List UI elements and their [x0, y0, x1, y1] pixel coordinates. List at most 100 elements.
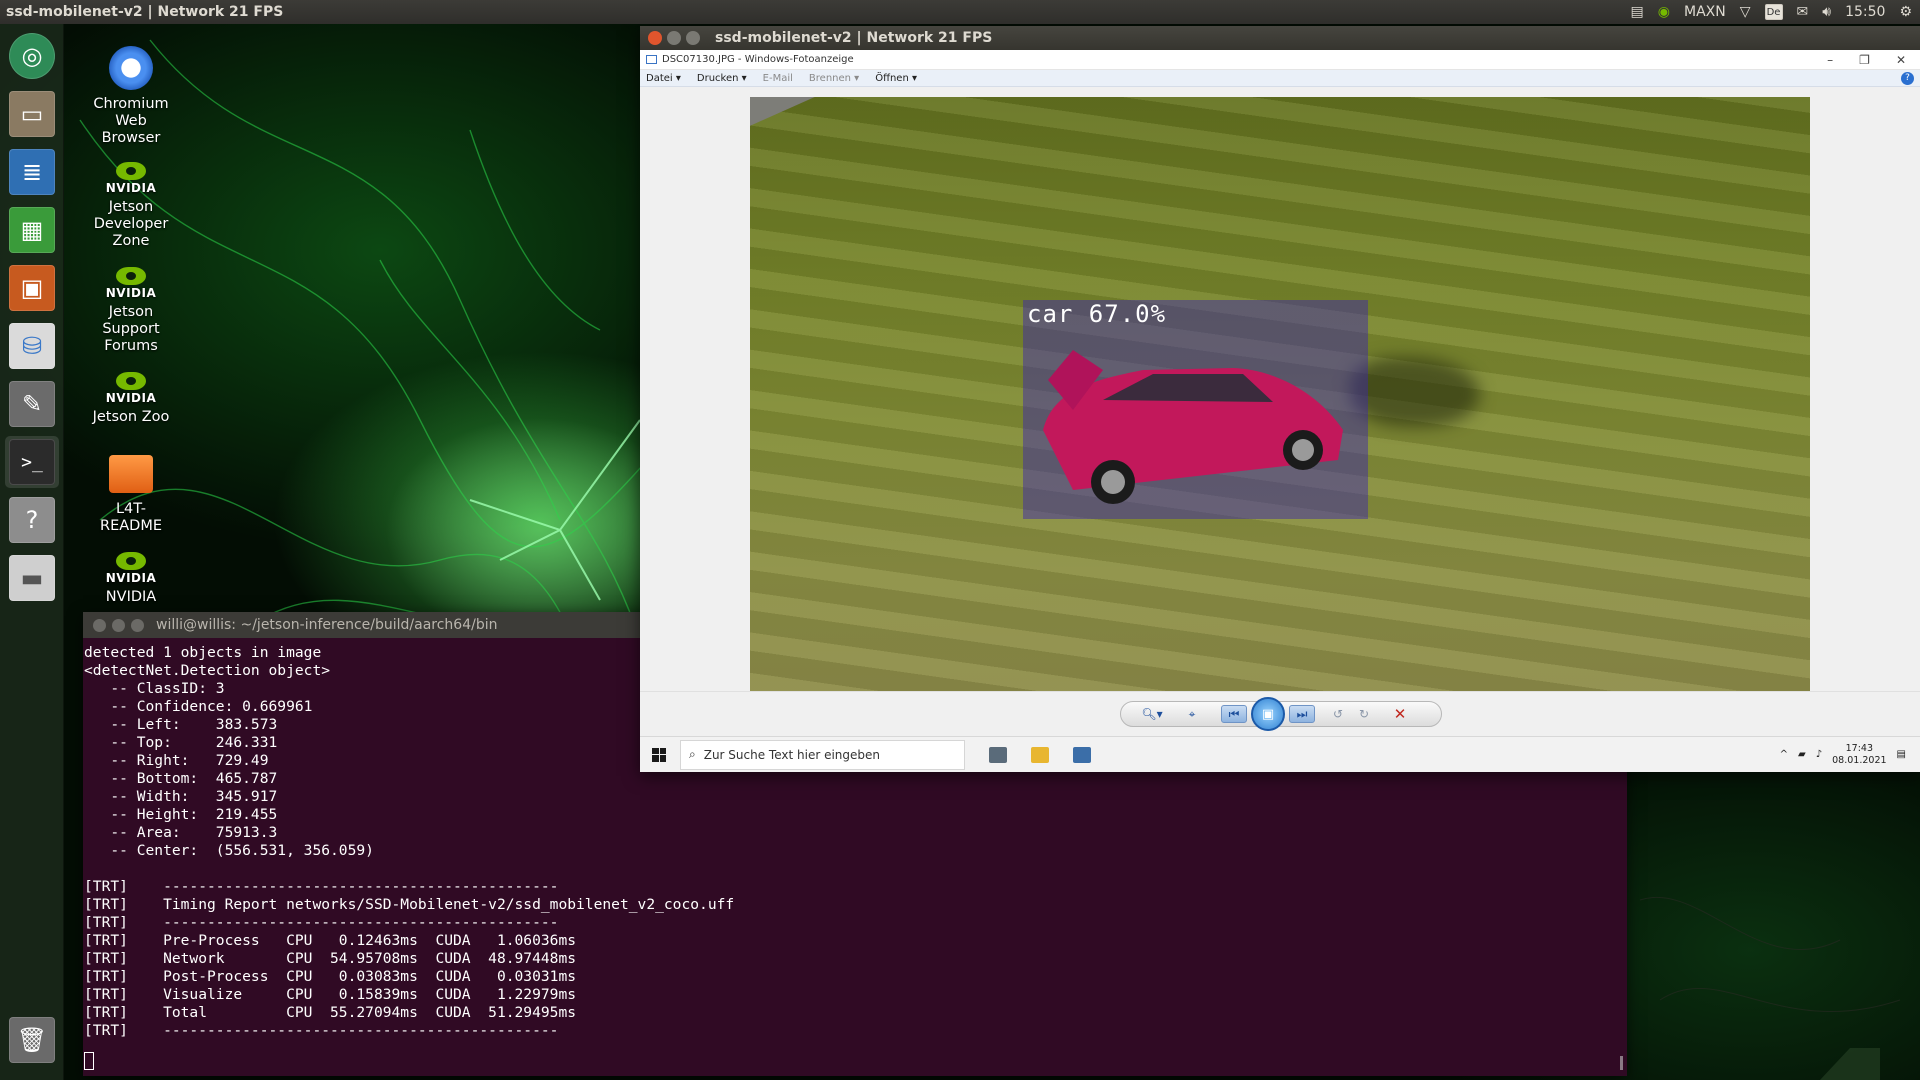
windows-taskbar: ⌕ Zur Suche Text hier eingeben ^ ▰ ♪ 17:… — [640, 736, 1920, 772]
clipboard-icon[interactable]: ▤ — [1631, 4, 1644, 20]
rotate-right-icon: ↻ — [1358, 707, 1370, 721]
close-button[interactable] — [93, 618, 106, 632]
terminal-line: [TRT] Post-Process CPU 0.03083ms CUDA 0.… — [84, 968, 577, 985]
playback-controls: 🔍︎▾ ⌖ ⏮ ▣ ⏭ ↺ ↻ ✕ — [1120, 697, 1442, 731]
desktop-icon-nvidia[interactable]: NVIDIA NVIDIA — [75, 552, 187, 607]
photo-viewer-icon — [1073, 746, 1091, 763]
active-window-title: ssd-mobilenet-v2 | Network 21 FPS — [6, 4, 284, 20]
drive-icon: ▬ — [9, 555, 55, 601]
maximize-button[interactable] — [131, 618, 144, 632]
launcher-impress[interactable]: ▣ — [5, 262, 59, 314]
rotate-left-icon: ↺ — [1332, 707, 1344, 721]
delete-icon: ✕ — [1393, 705, 1407, 723]
taskbar-search-box: ⌕ Zur Suche Text hier eingeben — [680, 739, 965, 770]
trash-icon: 🗑︎ — [9, 1017, 55, 1063]
detection-window-titlebar[interactable]: ssd-mobilenet-v2 | Network 21 FPS — [640, 26, 1920, 50]
photo-viewer-titlebar: DSC07130.JPG - Windows-Fotoanzeige – ❐ ✕ — [640, 50, 1920, 70]
windows-start-icon — [652, 747, 666, 762]
launcher-trash[interactable]: 🗑︎ — [5, 1014, 59, 1066]
detection-window[interactable]: ssd-mobilenet-v2 | Network 21 FPS DSC071… — [640, 26, 1920, 772]
nvidia-icon[interactable]: ◉ — [1658, 4, 1670, 20]
terminal-line: -- Width: 345.917 — [84, 788, 278, 805]
desktop-icon-label: L4T- README — [100, 501, 162, 534]
menu-item-oeffnen: Öffnen ▾ — [875, 72, 917, 84]
zoom-icon: 🔍︎▾ — [1141, 707, 1163, 721]
menu-item-email: E-Mail — [762, 72, 793, 84]
calculator-icon — [989, 746, 1007, 763]
slideshow-icon: ▣ — [1251, 697, 1285, 731]
launcher-help[interactable]: ? — [5, 494, 59, 546]
chromium-icon — [109, 46, 153, 90]
volume-icon: ♪ — [1815, 749, 1823, 760]
ubuntu-logo-icon: ◎ — [9, 33, 55, 79]
minimize-icon: – — [1827, 52, 1834, 67]
minimize-button[interactable] — [112, 618, 125, 632]
close-icon: ✕ — [1895, 52, 1906, 67]
launcher-ubuntu-dash[interactable]: ◎ — [5, 30, 59, 82]
terminal-line: [TRT] ----------------------------------… — [84, 878, 559, 895]
next-icon: ⏭ — [1289, 705, 1315, 723]
desktop-icon-chromium[interactable]: Chromium Web Browser — [75, 46, 187, 147]
desktop-icon-jetson-zoo[interactable]: NVIDIA Jetson Zoo — [75, 372, 187, 426]
terminal-line: [TRT] ----------------------------------… — [84, 914, 559, 931]
photo-viewer-menu: Datei ▾ Drucken ▾ E-Mail Brennen ▾ Öffne… — [640, 70, 1920, 87]
photo-viewer-app-icon — [646, 55, 657, 64]
launcher-writer[interactable]: ≣ — [5, 146, 59, 198]
settings-icon: ✎ — [9, 381, 55, 427]
desktop-icon-l4t-readme[interactable]: L4T- README — [75, 455, 187, 535]
terminal-line: -- Height: 219.455 — [84, 806, 278, 823]
launcher-software[interactable]: ⛁ — [5, 320, 59, 372]
nvidia-logo-icon: NVIDIA — [75, 162, 187, 197]
help-icon: ? — [1901, 71, 1914, 85]
software-bag-icon: ⛁ — [9, 323, 55, 369]
terminal-line: [TRT] ----------------------------------… — [84, 1022, 559, 1039]
car-image — [1043, 350, 1343, 504]
wifi-icon[interactable]: ▽ — [1740, 4, 1751, 20]
help-icon: ? — [9, 497, 55, 543]
terminal-line: [TRT] Visualize CPU 0.15839ms CUDA 1.229… — [84, 986, 577, 1003]
launcher-files[interactable]: ▭ — [5, 88, 59, 140]
folder-icon — [109, 455, 153, 493]
power-mode-indicator[interactable]: MAXN — [1684, 4, 1726, 20]
launcher-settings[interactable]: ✎ — [5, 378, 59, 430]
keyboard-layout-indicator[interactable]: De — [1764, 4, 1783, 20]
previous-icon: ⏮ — [1221, 705, 1247, 723]
windows-time: 17:43 — [1845, 742, 1874, 754]
terminal-scrollbar[interactable] — [1620, 1056, 1623, 1070]
mail-icon[interactable]: ✉ — [1797, 4, 1809, 20]
volume-icon[interactable]: 🔊︎ — [1822, 4, 1831, 20]
gear-icon[interactable]: ⚙ — [1899, 4, 1912, 20]
desktop-icon-jetson-support-forums[interactable]: NVIDIA Jetson Support Forums — [75, 267, 187, 355]
maximize-button[interactable] — [686, 31, 700, 45]
network-icon: ▰ — [1798, 749, 1806, 760]
terminal-line: -- Bottom: 465.787 — [84, 770, 278, 787]
desktop-icon-label: Jetson Developer Zone — [93, 199, 169, 249]
files-icon: ▭ — [9, 91, 55, 137]
road — [750, 97, 976, 131]
clock[interactable]: 15:50 — [1845, 4, 1885, 20]
fit-icon: ⌖ — [1188, 706, 1196, 721]
minimize-button[interactable] — [667, 31, 681, 45]
menu-item-drucken: Drucken ▾ — [696, 72, 747, 84]
car-shadow — [1350, 357, 1480, 427]
terminal-line: -- Area: 75913.3 — [84, 824, 278, 841]
impress-icon: ▣ — [9, 265, 55, 311]
launcher-drive[interactable]: ▬ — [5, 552, 59, 604]
calc-icon: ▦ — [9, 207, 55, 253]
desktop-icon-jetson-developer-zone[interactable]: NVIDIA Jetson Developer Zone — [75, 162, 187, 250]
terminal-line: [TRT] Timing Report networks/SSD-Mobilen… — [84, 896, 735, 913]
restore-icon: ❐ — [1859, 52, 1870, 67]
desktop-icon-label: Jetson Support Forums — [102, 304, 160, 354]
top-panel: ssd-mobilenet-v2 | Network 21 FPS ▤ ◉ MA… — [0, 0, 1920, 24]
desktop-icon-label: Chromium Web Browser — [93, 96, 169, 146]
terminal-title: willi@willis: ~/jetson-inference/build/a… — [156, 617, 498, 633]
desktop-icon-label: Jetson Zoo — [92, 409, 170, 425]
terminal-line: [TRT] Total CPU 55.27094ms CUDA 51.29495… — [84, 1004, 577, 1021]
close-button[interactable] — [648, 31, 662, 45]
launcher: ◎ ▭ ≣ ▦ ▣ ⛁ ✎ >_ ? ▬ 🗑︎ — [0, 24, 64, 1080]
launcher-calc[interactable]: ▦ — [5, 204, 59, 256]
terminal-line: [TRT] Pre-Process CPU 0.12463ms CUDA 1.0… — [84, 932, 577, 949]
launcher-terminal[interactable]: >_ — [5, 436, 59, 488]
chevron-up-icon: ^ — [1779, 749, 1789, 760]
